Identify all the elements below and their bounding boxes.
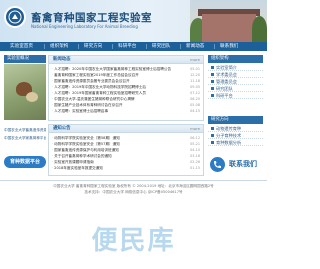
left-column-header: 实验室概况	[4, 55, 46, 63]
footer-support: 技术支持：中国农业大学 网络信息中心 京ICP备05004617号	[84, 190, 183, 194]
watermark: 便民库	[91, 226, 176, 256]
notice-panel-header: 通知公告 more	[49, 125, 203, 133]
site-subtitle: National Engineering Laboratory For Anim…	[31, 24, 138, 29]
lab-logo[interactable]	[4, 6, 26, 28]
news-panel-title: 新闻动态	[53, 57, 71, 62]
sidebar-item-genetics[interactable]: 动物遗传育种	[208, 125, 263, 132]
sidebar-item-management-committee[interactable]: 管理委员会	[208, 78, 263, 85]
news-item[interactable]: ·中国农业大学-温氏集团生猪育种联合研究中心揭牌 06-20	[52, 97, 200, 102]
news-panel-header: 新闻动态 more	[49, 56, 203, 64]
news-more-link[interactable]: more	[190, 56, 200, 64]
news-item[interactable]: ·人才招聘：2019年国家畜禽育种工程实验室招聘研究人员 07-12	[52, 91, 200, 96]
lab-photo	[4, 64, 46, 120]
news-item[interactable]: ·畜禽育种国家工程实验室2019年度工作总结会议召开 12-20	[52, 73, 200, 78]
news-item[interactable]: ·人才招聘：实验室博士后招聘启事 04-15	[52, 109, 200, 114]
site-title: 畜禽育种国家工程实验室	[31, 12, 152, 24]
notice-item[interactable]: ·关于召开畜禽育种学术研讨会的通知 03-18	[52, 154, 200, 159]
sidebar-item-team[interactable]: 研究团队	[208, 85, 263, 92]
left-link-resources[interactable]: 中国农业大学畜禽遗传资源保存利用与育种平台	[4, 128, 46, 133]
nav-item-platform[interactable]: 科研平台	[118, 43, 136, 50]
notice-item[interactable]: ·实验室开放课题申请指南 02-26	[52, 160, 200, 165]
sidebar-item-platform[interactable]: 科研平台	[208, 92, 263, 99]
notice-item[interactable]: ·2018年度实验室年报提交通知 01-15	[52, 166, 200, 171]
sidebar-item-data-analysis[interactable]: 育种数据分析	[208, 139, 263, 146]
nav-item-organization[interactable]: 组织架构	[50, 43, 68, 50]
nav-item-news[interactable]: 新闻动态	[186, 43, 204, 50]
nav-item-contact[interactable]: 联系我们	[220, 43, 238, 50]
news-item[interactable]: ·人才招聘：2020年中国农业大学国家畜禽育种工程实验室博士后招聘公告 05-01	[52, 67, 200, 72]
footer-copyright: 中国农业大学 畜禽育种国家工程实验室 版权所有 © 2004-2019 地址：北…	[53, 184, 214, 188]
nav-item-team[interactable]: 研究团队	[152, 43, 170, 50]
notice-panel: 通知公告 more ·动物科学学院实验室安全（第58期）通知 06-12 ·动物科…	[48, 124, 204, 176]
phone-icon	[210, 157, 225, 172]
notice-more-link[interactable]: more	[190, 125, 200, 133]
sidebar-item-intro[interactable]: 实验室简介	[208, 64, 263, 71]
contact-label: 联系我们	[229, 160, 257, 168]
notice-panel-title: 通知公告	[53, 126, 71, 131]
news-item[interactable]: ·国家畜禽遗传资源委员会猪专业委员会会议召开 11-18	[52, 79, 200, 84]
sidebar-item-molecular[interactable]: 分子育种技术	[208, 132, 263, 139]
notice-item[interactable]: ·动物科学学院实验室安全（第57期）通知 05-21	[52, 142, 200, 147]
main-nav: 实验室首页 组织架构 研究方向 科研平台 研究团队 新闻动态 联系我们	[0, 42, 267, 51]
sidebar-header-research: 研究方向	[208, 116, 263, 124]
header-banner: 畜禽育种国家工程实验室 National Engineering Laborat…	[0, 0, 267, 42]
sidebar-header-organization: 组织架构	[208, 55, 263, 63]
left-link-poultry[interactable]: 中国农业大学家禽育种平台	[4, 136, 46, 141]
sidebar-item-academic-committee[interactable]: 学术委员会	[208, 71, 263, 78]
news-item[interactable]: ·国家生猪产业技术体系育种研讨会在京召开 05-08	[52, 103, 200, 108]
news-panel: 新闻动态 more ·人才招聘：2020年中国农业大学国家畜禽育种工程实验室博士…	[48, 55, 204, 121]
nav-item-research[interactable]: 研究方向	[84, 43, 102, 50]
nav-item-home[interactable]: 实验室首页	[10, 43, 33, 50]
header-photo	[190, 0, 267, 42]
news-item[interactable]: ·人才招聘：2019年中国农业大学动物科技学院招聘博士后 09-05	[52, 85, 200, 90]
notice-item[interactable]: ·国家畜禽遗传资源保护与利用培训班通知 04-10	[52, 148, 200, 153]
logo-icon	[8, 10, 22, 24]
contact-block[interactable]: 联系我们	[208, 154, 263, 174]
data-platform-button[interactable]: 育种数据平台	[4, 156, 46, 168]
notice-item[interactable]: ·动物科学学院实验室安全（第58期）通知 06-12	[52, 136, 200, 141]
footer-divider	[0, 180, 267, 181]
